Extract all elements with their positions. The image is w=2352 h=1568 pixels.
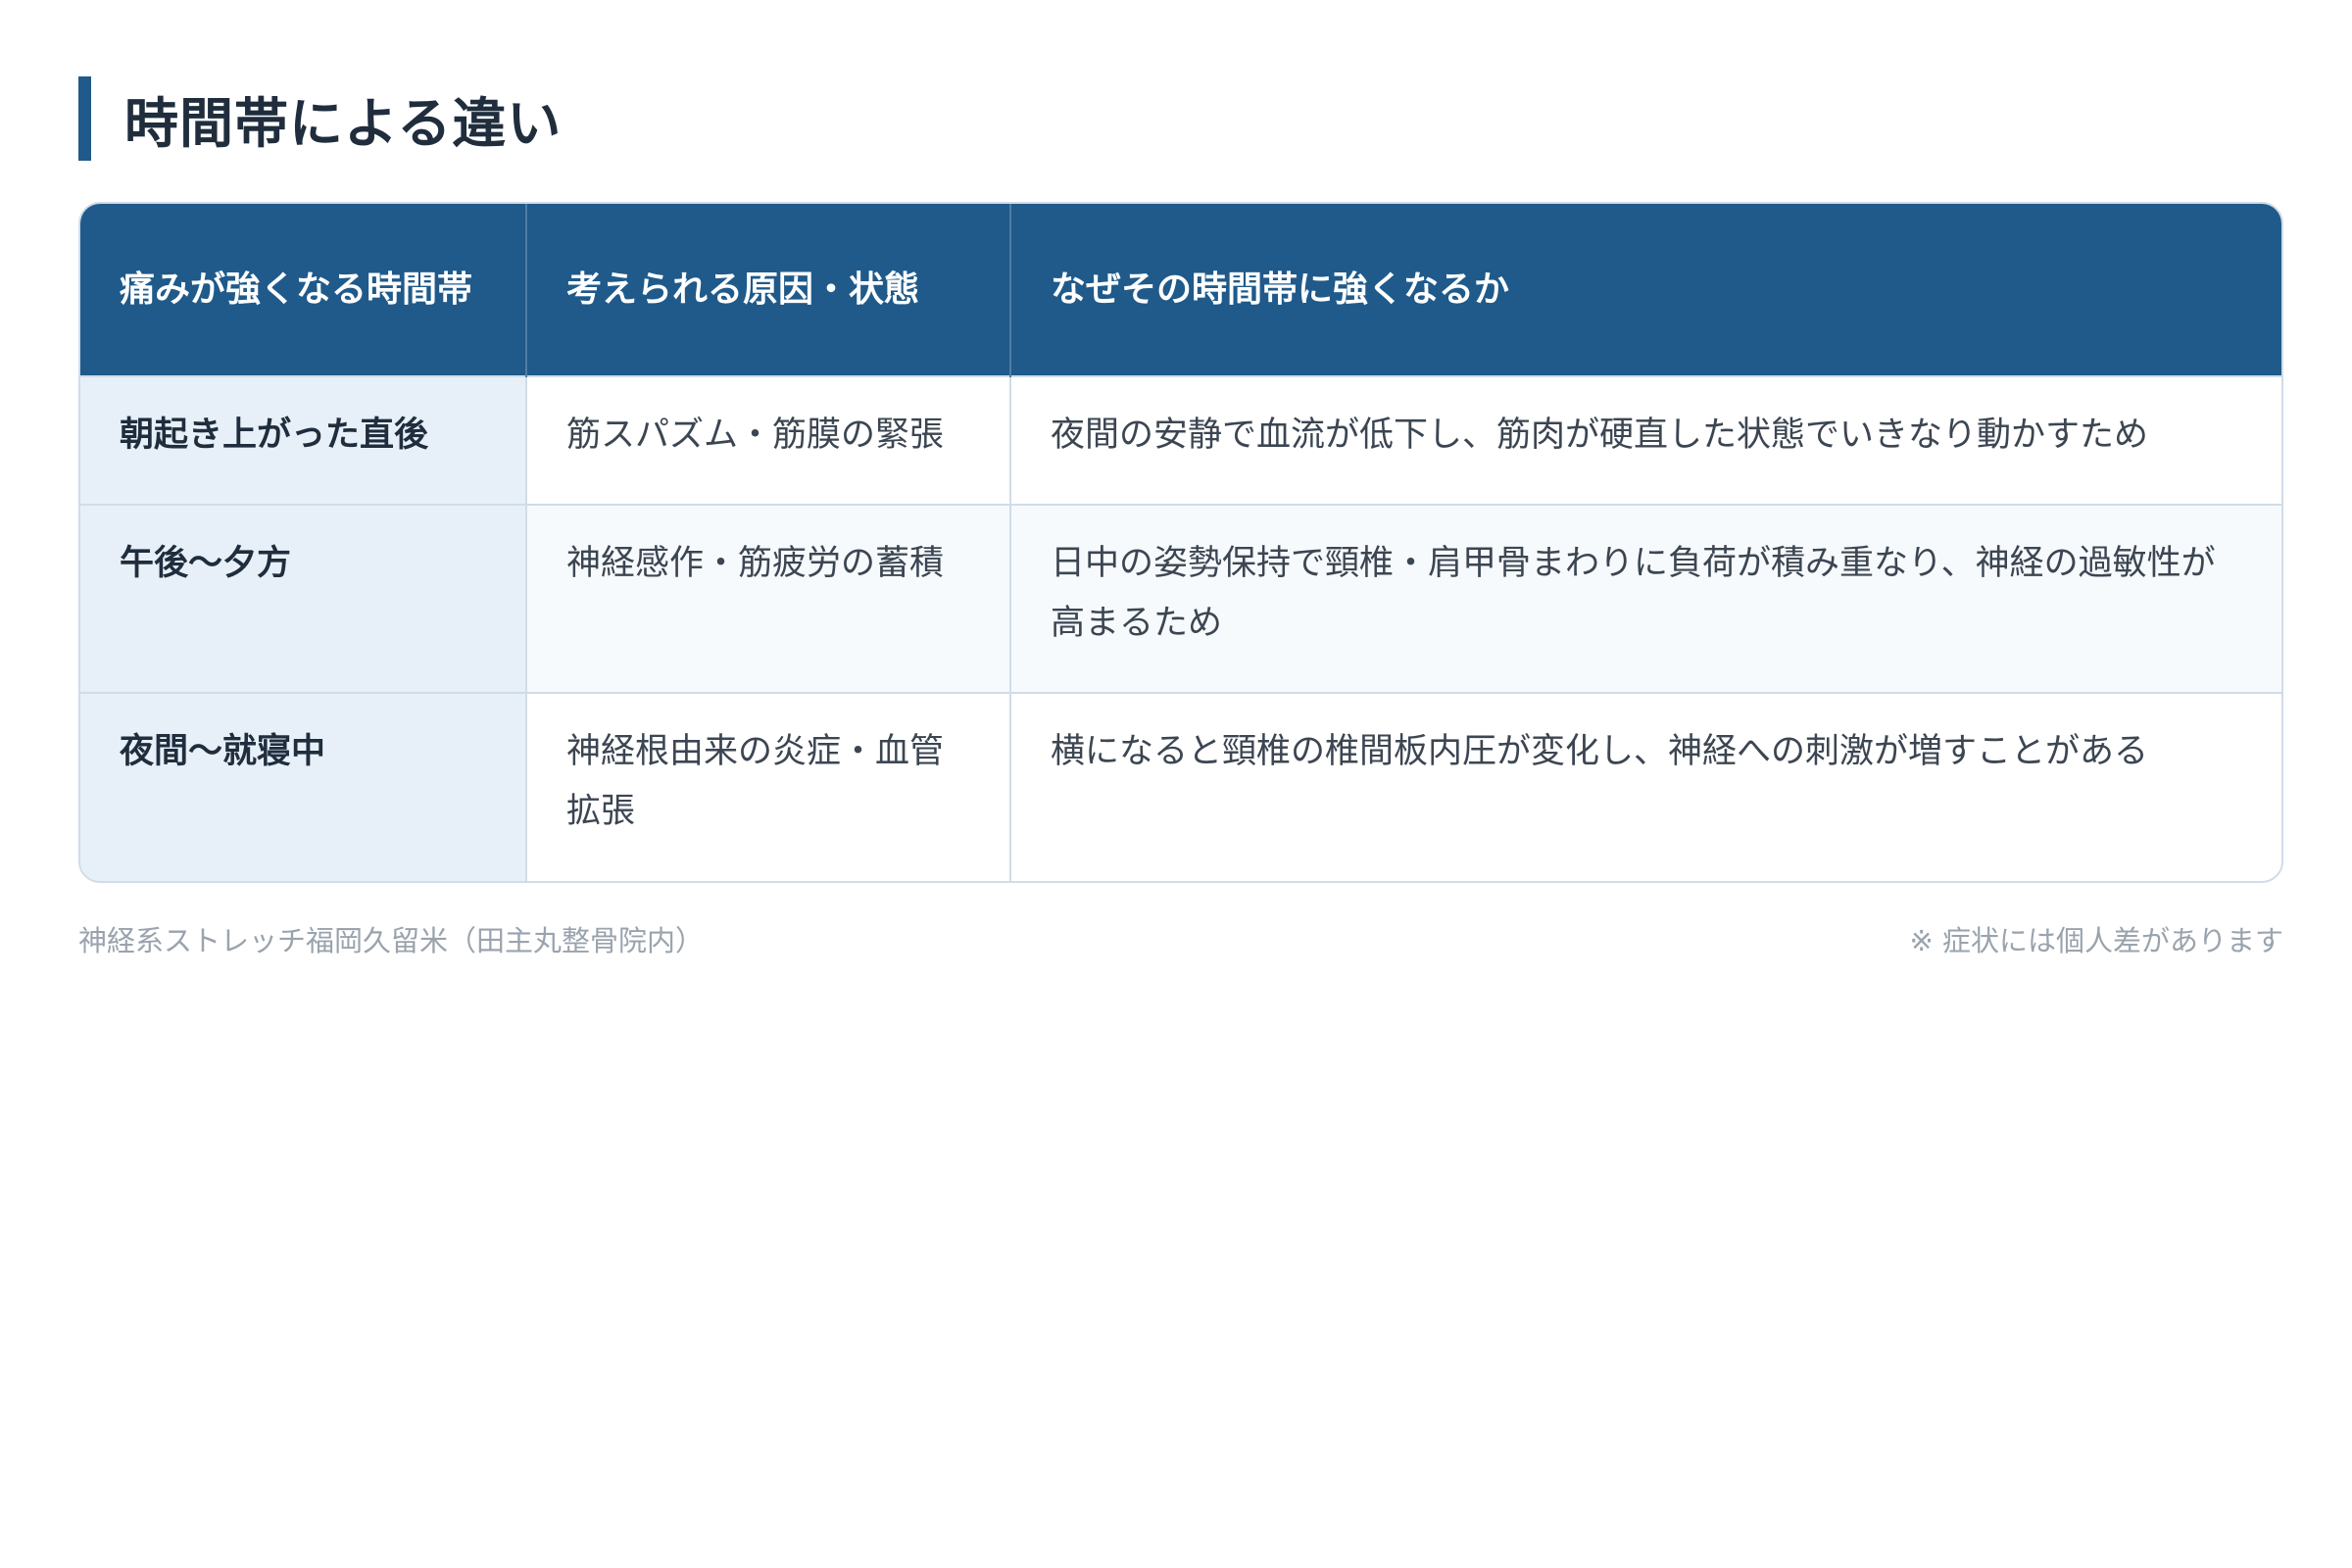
cell-cause: 神経感作・筋疲労の蓄積 — [526, 504, 1011, 693]
cell-cause: 筋スパズム・筋膜の緊張 — [526, 375, 1011, 505]
cell-cause: 神経根由来の炎症・血管拡張 — [526, 692, 1011, 881]
table-header-row: 痛みが強くなる時間帯 考えられる原因・状態 なぜその時間帯に強くなるか — [80, 204, 2281, 376]
table-row: 朝起き上がった直後 筋スパズム・筋膜の緊張 夜間の安静で血流が低下し、筋肉が硬直… — [80, 375, 2281, 505]
cell-time: 午後〜夕方 — [80, 504, 527, 693]
cell-reason: 横になると頸椎の椎間板内圧が変化し、神経への刺激が増すことがある — [1010, 692, 2281, 881]
header-cause: 考えられる原因・状態 — [526, 204, 1011, 376]
cell-time: 朝起き上がった直後 — [80, 375, 527, 505]
disclaimer-note: ※ 症状には個人差があります — [1909, 924, 2283, 957]
table-footer: 神経系ストレッチ福岡久留米（田主丸整骨院内） ※ 症状には個人差があります — [78, 918, 2283, 959]
table-row: 夜間〜就寝中 神経根由来の炎症・血管拡張 横になると頸椎の椎間板内圧が変化し、神… — [80, 692, 2281, 881]
cell-reason: 日中の姿勢保持で頸椎・肩甲骨まわりに負荷が積み重なり、神経の過敏性が高まるため — [1010, 504, 2281, 693]
table-row: 午後〜夕方 神経感作・筋疲労の蓄積 日中の姿勢保持で頸椎・肩甲骨まわりに負荷が積… — [80, 504, 2281, 693]
page: 時間帯による違い 痛みが強くなる時間帯 考えられる原因・状態 なぜその時間帯に強… — [0, 0, 2352, 1568]
header-reason: なぜその時間帯に強くなるか — [1010, 204, 2281, 376]
comparison-table-container: 痛みが強くなる時間帯 考えられる原因・状態 なぜその時間帯に強くなるか 朝起き上… — [78, 202, 2283, 883]
page-title: 時間帯による違い — [124, 92, 563, 155]
cell-reason: 夜間の安静で血流が低下し、筋肉が硬直した状態でいきなり動かすため — [1010, 375, 2281, 505]
section-heading: 時間帯による違い — [78, 76, 2274, 161]
heading-accent-bar — [78, 76, 91, 161]
comparison-table: 痛みが強くなる時間帯 考えられる原因・状態 なぜその時間帯に強くなるか 朝起き上… — [80, 204, 2281, 881]
cell-time: 夜間〜就寝中 — [80, 692, 527, 881]
source-credit: 神経系ストレッチ福岡久留米（田主丸整骨院内） — [78, 924, 705, 957]
header-time: 痛みが強くなる時間帯 — [80, 204, 527, 376]
